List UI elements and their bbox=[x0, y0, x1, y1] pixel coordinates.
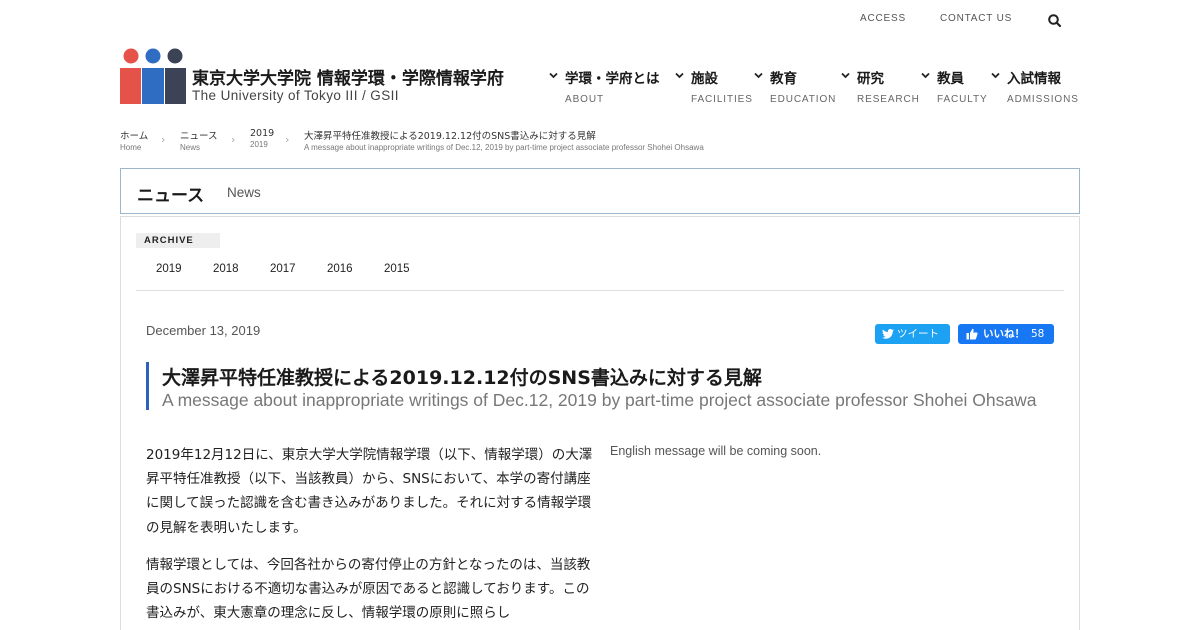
breadcrumb-label: ニュース bbox=[180, 131, 218, 142]
utility-bar: ACCESS CONTACT US bbox=[0, 13, 1200, 29]
body-paragraph: 情報学環としては、今回各社からの寄付停止の方針となったのは、当該教員のSNSにお… bbox=[146, 556, 591, 622]
nav-label: 施設 bbox=[691, 71, 718, 87]
breadcrumb-chevron-icon: › bbox=[231, 133, 236, 146]
breadcrumb-sublabel: A message about inappropriate writings o… bbox=[304, 143, 704, 152]
archive-year-link[interactable]: 2016 bbox=[327, 263, 353, 275]
contact-link[interactable]: CONTACT US bbox=[940, 13, 1012, 24]
nav-sublabel: FACILITIES bbox=[691, 94, 753, 105]
nav-sublabel: EDUCATION bbox=[770, 94, 837, 105]
nav-sublabel: FACULTY bbox=[937, 94, 988, 105]
archive-year-link[interactable]: 2017 bbox=[270, 263, 296, 275]
nav-education[interactable]: 教育 EDUCATION bbox=[754, 67, 837, 105]
breadcrumb-news[interactable]: ニュース News bbox=[180, 128, 218, 152]
tweet-button[interactable]: ツイート bbox=[875, 324, 950, 344]
nav-research[interactable]: 研究 RESEARCH bbox=[841, 67, 920, 105]
site-title[interactable]: 東京大学大学院 情報学環・学際情報学府 bbox=[192, 64, 504, 89]
section-header: ニュース News bbox=[120, 168, 1080, 214]
archive-year-link[interactable]: 2018 bbox=[213, 263, 239, 275]
archive-label: ARCHIVE bbox=[136, 233, 220, 248]
body-paragraph: 2019年12月12日に、東京大学大学院情報学環（以下、情報学環）の大澤昇平特任… bbox=[146, 447, 593, 536]
post-subtitle: A message about inappropriate writings o… bbox=[162, 390, 1037, 410]
nav-sublabel: ABOUT bbox=[565, 94, 604, 105]
like-count: 58 bbox=[1031, 328, 1045, 340]
post-title: 大澤昇平特任准教授による2019.12.12付のSNS書込みに対する見解 bbox=[162, 367, 762, 389]
section-subtitle: News bbox=[227, 185, 261, 200]
nav-faculty[interactable]: 教員 FACULTY bbox=[921, 67, 988, 105]
breadcrumb-sublabel: News bbox=[180, 143, 201, 152]
breadcrumb-chevron-icon: › bbox=[161, 133, 166, 146]
like-label: いいね！ bbox=[983, 328, 1025, 340]
twitter-bird-icon bbox=[882, 329, 894, 339]
divider bbox=[136, 290, 1064, 291]
tweet-label: ツイート bbox=[897, 328, 939, 340]
breadcrumb-home[interactable]: ホーム Home bbox=[120, 128, 148, 152]
nav-about[interactable]: 学環・学府とは ABOUT bbox=[549, 67, 660, 105]
title-accent-bar bbox=[146, 362, 149, 410]
nav-label: 教育 bbox=[770, 71, 797, 87]
post-body-english: English message will be coming soon. bbox=[610, 444, 822, 458]
chevron-down-icon bbox=[921, 72, 930, 79]
nav-admissions[interactable]: 入試情報 ADMISSIONS bbox=[991, 67, 1079, 105]
post-body-japanese: 2019年12月12日に、東京大学大学院情報学環（以下、情報学環）の大澤昇平特任… bbox=[146, 443, 594, 630]
nav-sublabel: ADMISSIONS bbox=[1007, 94, 1079, 105]
breadcrumb-chevron-icon: › bbox=[285, 133, 290, 146]
nav-label: 学環・学府とは bbox=[565, 71, 660, 87]
nav-facilities[interactable]: 施設 FACILITIES bbox=[675, 67, 753, 105]
section-title: ニュース bbox=[137, 186, 205, 206]
breadcrumb-sublabel: 2019 bbox=[250, 140, 268, 149]
access-link[interactable]: ACCESS bbox=[860, 13, 906, 24]
chevron-down-icon bbox=[841, 72, 850, 79]
breadcrumb-sublabel: Home bbox=[120, 143, 142, 152]
post-date: December 13, 2019 bbox=[146, 323, 261, 338]
facebook-like-button[interactable]: いいね！ 58 bbox=[958, 324, 1054, 344]
nav-sublabel: RESEARCH bbox=[857, 94, 920, 105]
breadcrumb-label: 2019 bbox=[250, 128, 275, 139]
breadcrumb-year[interactable]: 2019 2019 bbox=[250, 128, 274, 149]
thumbs-up-icon bbox=[966, 328, 978, 340]
archive-year-link[interactable]: 2019 bbox=[156, 263, 182, 275]
chevron-down-icon bbox=[675, 72, 684, 79]
site-subtitle: The University of Tokyo III / GSII bbox=[192, 88, 399, 103]
breadcrumb-label: 大澤昇平特任准教授による2019.12.12付のSNS書込みに対する見解 bbox=[304, 131, 596, 142]
chevron-down-icon bbox=[991, 72, 1000, 79]
nav-label: 教員 bbox=[937, 71, 964, 87]
breadcrumb-current: 大澤昇平特任准教授による2019.12.12付のSNS書込みに対する見解 A m… bbox=[304, 128, 704, 152]
search-icon[interactable] bbox=[1047, 13, 1063, 29]
chevron-down-icon bbox=[549, 72, 558, 79]
breadcrumb-label: ホーム bbox=[120, 131, 149, 142]
chevron-down-icon bbox=[754, 72, 763, 79]
archive-year-link[interactable]: 2015 bbox=[384, 263, 410, 275]
site-logo[interactable] bbox=[120, 48, 186, 104]
nav-label: 入試情報 bbox=[1007, 71, 1061, 87]
nav-label: 研究 bbox=[857, 71, 884, 87]
